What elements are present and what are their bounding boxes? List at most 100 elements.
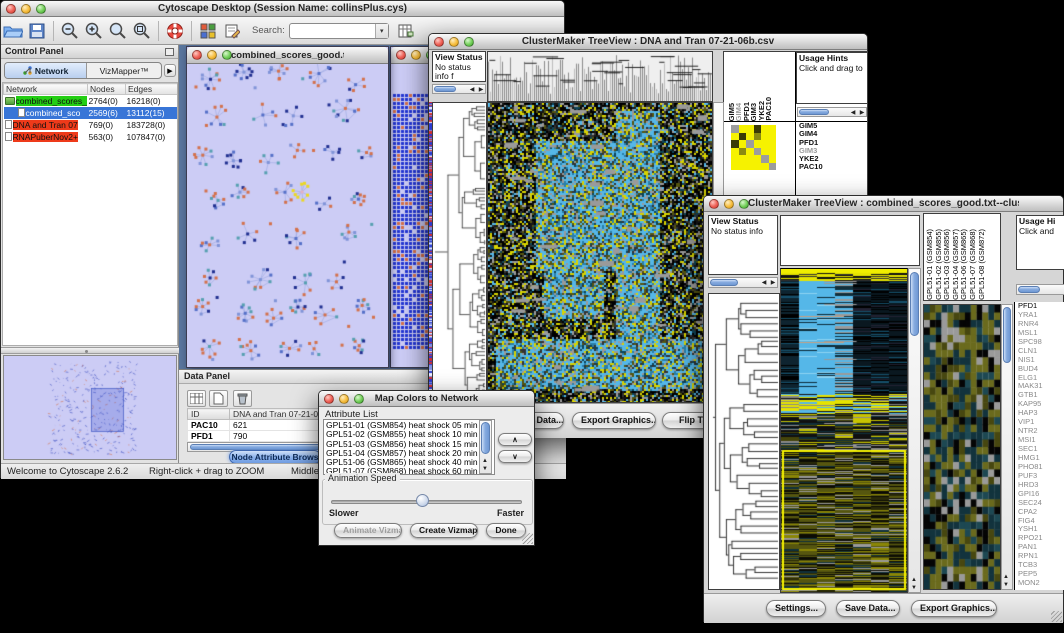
scrollbar-thumb[interactable] bbox=[481, 422, 490, 454]
matrix-cell[interactable] bbox=[746, 133, 754, 141]
matrix-cell[interactable] bbox=[769, 155, 777, 163]
scroll-left-icon[interactable]: ◀ bbox=[468, 87, 476, 93]
vizmapper-icon[interactable] bbox=[196, 20, 220, 42]
export-graphics-button[interactable]: Export Graphics... bbox=[911, 600, 997, 617]
attribute-select-icon[interactable] bbox=[187, 390, 206, 407]
dialog-titlebar[interactable]: Map Colors to Network bbox=[319, 391, 534, 407]
create-vizmap-button[interactable]: Create Vizmap bbox=[410, 523, 478, 538]
matrix-cell[interactable] bbox=[754, 140, 762, 148]
matrix-cell[interactable] bbox=[739, 133, 747, 141]
scrollbar-thumb[interactable] bbox=[910, 272, 919, 336]
matrix-cell[interactable] bbox=[731, 163, 739, 171]
delete-attribute-icon[interactable] bbox=[233, 390, 252, 407]
zoom-selected-icon[interactable] bbox=[130, 20, 154, 42]
matrix-cell[interactable] bbox=[769, 163, 777, 171]
matrix-cell[interactable] bbox=[739, 125, 747, 133]
matrix-cell[interactable] bbox=[739, 148, 747, 156]
save-data-button[interactable]: Save Data... bbox=[836, 600, 900, 617]
scroll-up-icon[interactable]: ▲ bbox=[481, 458, 489, 464]
matrix-cell[interactable] bbox=[754, 133, 762, 141]
matrix-cell[interactable] bbox=[746, 148, 754, 156]
tv2-heatmap[interactable] bbox=[781, 269, 907, 592]
close-icon[interactable] bbox=[434, 37, 444, 47]
matrix-cell[interactable] bbox=[761, 140, 769, 148]
matrix-cell[interactable] bbox=[731, 148, 739, 156]
tv2-status-hscrollbar[interactable]: ◀ ▶ bbox=[708, 277, 778, 288]
matrix-cell[interactable] bbox=[754, 125, 762, 133]
tv1-column-label[interactable]: PAC10 bbox=[765, 97, 772, 121]
matrix-cell[interactable] bbox=[769, 125, 777, 133]
scroll-left-icon[interactable]: ◀ bbox=[849, 110, 857, 116]
slider-thumb[interactable] bbox=[416, 494, 429, 507]
matrix-cell[interactable] bbox=[746, 163, 754, 171]
matrix-cell[interactable] bbox=[769, 140, 777, 148]
treeview1-titlebar[interactable]: ClusterMaker TreeView : DNA and Tran 07-… bbox=[429, 34, 867, 50]
scroll-right-icon[interactable]: ▶ bbox=[477, 87, 485, 93]
tv2-row-dendrogram[interactable] bbox=[709, 294, 779, 589]
network-row[interactable]: combined_sco 2569(6) 13112(15) bbox=[4, 107, 179, 119]
float-panel-icon[interactable] bbox=[165, 48, 174, 56]
resize-grip[interactable] bbox=[1051, 611, 1062, 622]
done-button[interactable]: Done bbox=[486, 523, 526, 538]
matrix-cell[interactable] bbox=[731, 155, 739, 163]
tv2-gene[interactable]: MON2 bbox=[1018, 579, 1064, 588]
export-graphics-button[interactable]: Export Graphics... bbox=[572, 412, 656, 429]
network-row[interactable]: RNAPuberNov2+ 563(0) 107847(0) bbox=[4, 131, 179, 143]
tv1-status-hscrollbar[interactable]: ◀ ▶ bbox=[432, 84, 486, 94]
matrix-cell[interactable] bbox=[739, 163, 747, 171]
matrix-cell[interactable] bbox=[761, 163, 769, 171]
import-table-icon[interactable] bbox=[395, 20, 419, 42]
scroll-right-icon[interactable]: ▶ bbox=[769, 280, 777, 286]
close-icon[interactable] bbox=[709, 199, 719, 209]
scrollbar-thumb[interactable] bbox=[1018, 286, 1040, 293]
matrix-cell[interactable] bbox=[769, 133, 777, 141]
matrix-cell[interactable] bbox=[754, 155, 762, 163]
main-titlebar[interactable]: Cytoscape Desktop (Session Name: collins… bbox=[1, 1, 564, 17]
scroll-up-icon[interactable]: ▲ bbox=[1002, 574, 1010, 580]
tab-vizmapper[interactable]: VizMapper™ bbox=[87, 63, 161, 78]
node-attribute-browser-tab[interactable]: Node Attribute Brows bbox=[229, 450, 321, 464]
open-file-icon[interactable] bbox=[1, 20, 25, 42]
matrix-cell[interactable] bbox=[761, 125, 769, 133]
matrix-cell[interactable] bbox=[731, 125, 739, 133]
minimize-icon[interactable] bbox=[449, 37, 459, 47]
scroll-up-icon[interactable]: ▲ bbox=[910, 577, 918, 583]
move-up-button[interactable]: ∧ bbox=[498, 433, 532, 446]
matrix-cell[interactable] bbox=[761, 133, 769, 141]
scroll-left-icon[interactable]: ◀ bbox=[760, 280, 768, 286]
network-row[interactable]: combined_scores_ 2764(0) 16218(0) bbox=[4, 95, 179, 107]
matrix-cell[interactable] bbox=[746, 140, 754, 148]
tv2-detail-heatmap[interactable] bbox=[924, 305, 1000, 589]
tv2-vscrollbar[interactable]: ▲ ▼ bbox=[908, 268, 921, 593]
tv1-gene[interactable]: PAC10 bbox=[799, 163, 823, 171]
tv1-row-dendrogram[interactable] bbox=[433, 103, 486, 402]
network-overview-canvas[interactable] bbox=[4, 356, 176, 459]
minimize-icon[interactable] bbox=[207, 50, 217, 60]
close-icon[interactable] bbox=[6, 4, 16, 14]
tv2-hints-hscrollbar[interactable] bbox=[1016, 284, 1064, 295]
matrix-cell[interactable] bbox=[754, 163, 762, 171]
animate-vizmap-button[interactable]: Animate Vizmap bbox=[334, 523, 402, 538]
attribute-list-vscrollbar[interactable]: ▲ ▼ bbox=[479, 420, 492, 474]
zoom-in-icon[interactable] bbox=[82, 20, 106, 42]
tv2-detail-vscrollbar[interactable]: ▲ ▼ bbox=[1001, 304, 1013, 590]
matrix-cell[interactable] bbox=[754, 148, 762, 156]
minimize-icon[interactable] bbox=[339, 394, 349, 404]
matrix-cell[interactable] bbox=[731, 133, 739, 141]
move-down-button[interactable]: ∨ bbox=[498, 450, 532, 463]
network1-canvas[interactable] bbox=[187, 64, 388, 367]
minimize-icon[interactable] bbox=[411, 50, 421, 60]
tv1-hints-hscrollbar[interactable]: ◀ ▶ bbox=[797, 107, 867, 117]
scroll-right-icon[interactable]: ▶ bbox=[858, 110, 866, 116]
network-row[interactable]: DNA and Tran 07 769(0) 183728(0) bbox=[4, 119, 179, 131]
scrollbar-thumb[interactable] bbox=[434, 86, 456, 92]
treeview2-titlebar[interactable]: ClusterMaker TreeView : combined_scores_… bbox=[704, 196, 1063, 212]
minimize-icon[interactable] bbox=[724, 199, 734, 209]
matrix-cell[interactable] bbox=[769, 148, 777, 156]
tv2-column-label[interactable]: GPL51-08 (GSM872) bbox=[978, 229, 987, 300]
panel-splitter[interactable] bbox=[1, 347, 179, 354]
tab-overflow-arrow[interactable]: ▶ bbox=[164, 64, 176, 77]
scroll-down-icon[interactable]: ▼ bbox=[1002, 582, 1010, 588]
save-icon[interactable] bbox=[25, 20, 49, 42]
matrix-cell[interactable] bbox=[761, 148, 769, 156]
